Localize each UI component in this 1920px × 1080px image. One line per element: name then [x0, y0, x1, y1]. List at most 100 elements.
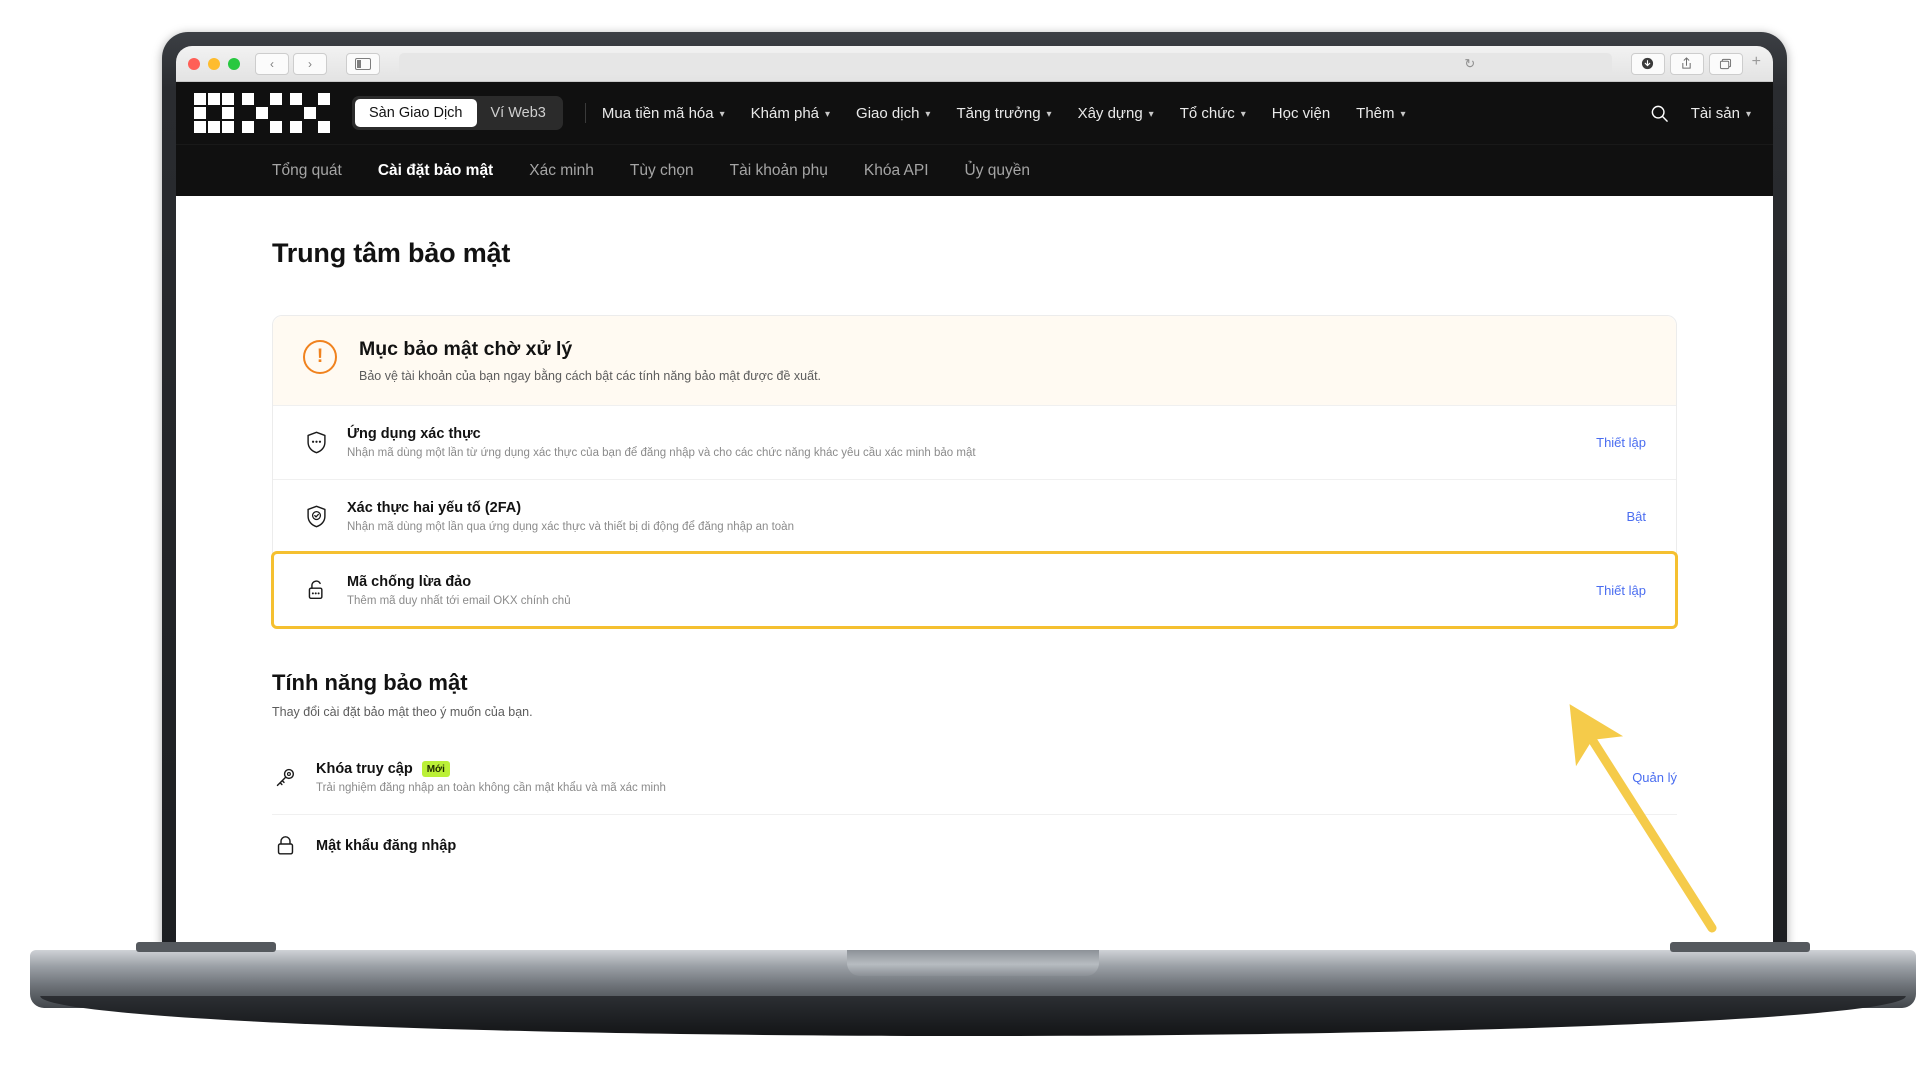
laptop-screen: ‹ › ↻ + Sàn Giao Dịch Ví Web3 Mua tiền m… — [176, 46, 1773, 972]
menu-item-build[interactable]: Xây dựng ▾ — [1078, 105, 1154, 122]
row-title-text: Xác thực hai yếu tố (2FA) — [347, 500, 522, 516]
close-window-button[interactable] — [188, 57, 200, 70]
chevron-down-icon: ▾ — [925, 108, 931, 120]
lock-icon — [272, 835, 298, 856]
row-text: Mã chống lừa đảo Thêm mã duy nhất tới em… — [347, 574, 1572, 607]
new-badge: Mới — [421, 761, 450, 777]
row-title-text: Ứng dụng xác thực — [347, 426, 481, 442]
security-center-page: Trung tâm bảo mật ! Mục bảo mật chờ xử l… — [176, 196, 1773, 972]
menu-label: Khám phá — [750, 104, 820, 122]
tabs-icon[interactable] — [1708, 52, 1743, 75]
top-navigation-bar: Sàn Giao Dịch Ví Web3 Mua tiền mã hóa ▾ … — [176, 82, 1773, 144]
row-description: Thêm mã duy nhất tới email OKX chính chủ — [347, 595, 571, 607]
chevron-down-icon: ▾ — [1148, 108, 1154, 120]
screenshot-stage: ‹ › ↻ + Sàn Giao Dịch Ví Web3 Mua tiền m… — [0, 0, 1920, 1080]
row-text: Ứng dụng xác thực Nhận mã dùng một lần t… — [347, 426, 1572, 459]
segment-exchange[interactable]: Sàn Giao Dịch — [355, 99, 477, 127]
setup-authenticator-link[interactable]: Thiết lập — [1596, 435, 1646, 450]
product-switcher[interactable]: Sàn Giao Dịch Ví Web3 — [352, 96, 563, 130]
menu-item-institutions[interactable]: Tổ chức ▾ — [1180, 105, 1246, 122]
menu-item-buy-crypto[interactable]: Mua tiền mã hóa ▾ — [602, 105, 725, 122]
tab-security-settings[interactable]: Cài đặt bảo mật — [378, 162, 493, 180]
menu-label: Thêm — [1356, 104, 1395, 122]
tab-api-keys[interactable]: Khóa API — [864, 162, 929, 180]
tab-sub-accounts[interactable]: Tài khoản phụ — [730, 162, 828, 180]
security-row-anti-phishing-code[interactable]: Mã chống lừa đảo Thêm mã duy nhất tới em… — [271, 551, 1678, 629]
tab-preferences[interactable]: Tùy chọn — [630, 162, 694, 180]
security-features-title: Tính năng bảo mật — [272, 670, 468, 695]
row-text: Xác thực hai yếu tố (2FA) Nhận mã dùng m… — [347, 500, 1602, 533]
download-icon[interactable] — [1630, 52, 1665, 75]
menu-label: Tăng trưởng — [956, 104, 1041, 122]
assets-menu[interactable]: Tài sản ▾ — [1691, 105, 1751, 122]
browser-toolbar: ‹ › ↻ + — [176, 46, 1773, 82]
security-features-header: Tính năng bảo mật Thay đổi cài đặt bảo m… — [272, 670, 1677, 719]
forward-button[interactable]: › — [293, 52, 327, 75]
menu-item-academy[interactable]: Học viện — [1272, 105, 1330, 122]
maximize-window-button[interactable] — [228, 57, 240, 70]
page-title: Trung tâm bảo mật — [272, 238, 511, 268]
reload-icon[interactable]: ↻ — [1464, 56, 1475, 72]
shield-dots-icon — [303, 431, 329, 454]
hinge-left — [136, 942, 276, 952]
key-icon — [272, 767, 298, 788]
menu-item-more[interactable]: Thêm ▾ — [1356, 105, 1405, 122]
menu-label: Mua tiền mã hóa — [601, 104, 714, 122]
row-title: Khóa truy cập Mới — [316, 761, 1608, 777]
laptop-lid: ‹ › ↻ + Sàn Giao Dịch Ví Web3 Mua tiền m… — [162, 32, 1787, 972]
address-bar[interactable]: ↻ — [399, 52, 1612, 75]
row-title: Mã chống lừa đảo — [347, 574, 1572, 590]
row-description: Nhận mã dùng một lần qua ứng dụng xác th… — [347, 521, 794, 533]
chevron-down-icon: ▾ — [1745, 108, 1751, 120]
menu-label: Học viện — [1271, 104, 1331, 122]
enable-2fa-link[interactable]: Bật — [1626, 509, 1646, 524]
hinge-right — [1670, 942, 1810, 952]
okx-web-app: Sàn Giao Dịch Ví Web3 Mua tiền mã hóa ▾ … — [176, 82, 1773, 972]
pending-security-card: ! Mục bảo mật chờ xử lý Bảo vệ tài khoản… — [271, 315, 1678, 629]
segment-web3-wallet[interactable]: Ví Web3 — [477, 99, 560, 127]
pending-title: Mục bảo mật chờ xử lý — [359, 338, 573, 360]
main-menu: Mua tiền mã hóa ▾ Khám phá ▾ Giao dịch ▾ — [602, 105, 1406, 122]
share-icon[interactable] — [1669, 52, 1704, 75]
chevron-down-icon: ▾ — [825, 108, 831, 120]
browser-nav-group: ‹ › — [255, 52, 327, 75]
tab-overview[interactable]: Tổng quát — [272, 162, 342, 180]
feature-row-login-password[interactable]: Mật khẩu đăng nhập — [272, 814, 1677, 876]
chevron-down-icon: ▾ — [1240, 108, 1246, 120]
feature-row-passkey[interactable]: Khóa truy cập Mới Trải nghiệm đăng nhập … — [272, 741, 1677, 814]
back-button[interactable]: ‹ — [255, 52, 289, 75]
laptop-base-notch — [847, 950, 1099, 976]
menu-label: Xây dựng — [1077, 104, 1143, 122]
warning-icon: ! — [303, 340, 337, 374]
row-title: Xác thực hai yếu tố (2FA) — [347, 500, 1602, 516]
row-title: Ứng dụng xác thực — [347, 426, 1572, 442]
manage-passkey-link[interactable]: Quản lý — [1632, 770, 1677, 785]
chevron-down-icon: ▾ — [1400, 108, 1406, 120]
new-tab-button[interactable]: + — [1748, 53, 1761, 75]
minimize-window-button[interactable] — [208, 57, 220, 70]
okx-logo[interactable] — [194, 93, 330, 133]
window-traffic-lights[interactable] — [188, 57, 240, 70]
setup-anti-phishing-link[interactable]: Thiết lập — [1596, 583, 1646, 598]
row-title: Mật khẩu đăng nhập — [316, 838, 1653, 854]
row-description: Nhận mã dùng một lần từ ứng dụng xác thự… — [347, 447, 976, 459]
menu-item-growth[interactable]: Tăng trưởng ▾ — [956, 105, 1051, 122]
security-features-list: Khóa truy cập Mới Trải nghiệm đăng nhập … — [272, 741, 1677, 876]
menu-item-trade[interactable]: Giao dịch ▾ — [856, 105, 930, 122]
row-text: Mật khẩu đăng nhập — [316, 838, 1653, 854]
pending-subtitle: Bảo vệ tài khoản của bạn ngay bằng cách … — [359, 369, 822, 383]
security-row-two-factor-auth[interactable]: Xác thực hai yếu tố (2FA) Nhận mã dùng m… — [273, 479, 1676, 553]
row-description: Trải nghiệm đăng nhập an toàn không cần … — [316, 782, 666, 794]
row-title-text: Mật khẩu đăng nhập — [316, 837, 457, 854]
lock-dots-icon — [303, 579, 329, 602]
row-title-text: Mã chống lừa đảo — [347, 574, 472, 590]
nav-divider — [584, 103, 586, 123]
shield-check-icon — [303, 505, 329, 528]
security-row-authenticator-app[interactable]: Ứng dụng xác thực Nhận mã dùng một lần t… — [273, 405, 1676, 479]
top-nav-right: Tài sản ▾ — [1650, 104, 1773, 123]
tab-authorization[interactable]: Ủy quyền — [965, 162, 1030, 180]
search-icon[interactable] — [1650, 104, 1669, 123]
menu-item-discover[interactable]: Khám phá ▾ — [751, 105, 830, 122]
tab-verification[interactable]: Xác minh — [529, 162, 594, 180]
sidebar-icon[interactable] — [346, 52, 380, 75]
